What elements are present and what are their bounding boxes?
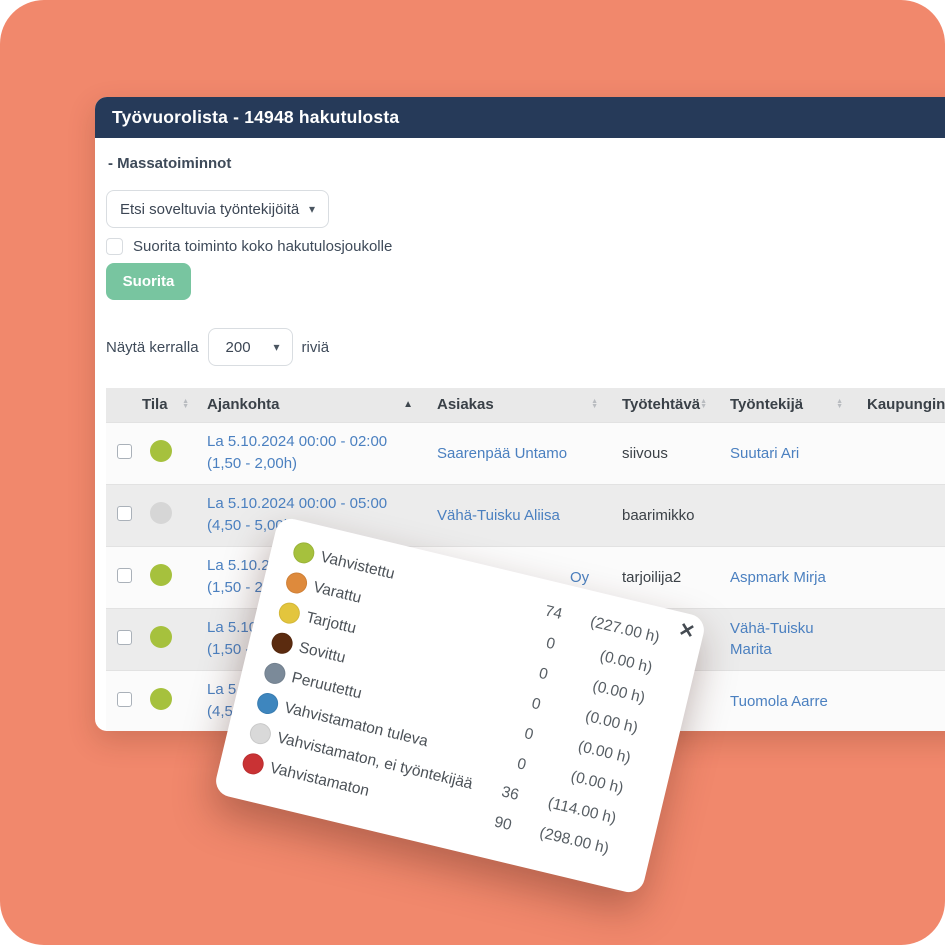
status-dot: [284, 570, 309, 595]
status-dot: [248, 721, 273, 746]
page-size-prefix: Näytä kerralla: [106, 339, 199, 356]
row-checkbox[interactable]: [117, 444, 132, 459]
chevron-down-icon: ▾: [274, 341, 280, 353]
task-label: siivous: [622, 445, 668, 462]
page-size-select[interactable]: 200 ▾: [208, 328, 293, 366]
apply-all-checkbox[interactable]: [106, 238, 123, 255]
page-size-row: Näytä kerralla 200 ▾ riviä: [106, 328, 945, 366]
employee-link[interactable]: Tuomola Aarre: [730, 693, 828, 710]
sort-icon: ▲▼: [182, 400, 189, 409]
customer-link[interactable]: Vähä-Tuisku Aliisa: [437, 507, 560, 524]
table-row: La 5.10.2024 00:00 - 05:00(4,50 - 5,00h)…: [106, 484, 945, 546]
sort-icon: ▲▼: [700, 400, 707, 409]
sort-icon: ▲▼: [591, 400, 598, 409]
status-dot: [262, 661, 287, 686]
header-select-column: [106, 388, 136, 422]
page-title: Työvuorolista - 14948 hakutulosta: [112, 107, 399, 128]
column-header-asiakas[interactable]: Asiakas ▲▼: [425, 388, 610, 422]
column-header-ajankohta[interactable]: Ajankohta ▲: [201, 388, 425, 422]
shift-time-link[interactable]: La 5.10.2024 00:00 - 02:00(1,50 - 2,00h): [207, 433, 387, 472]
app-background: Työvuorolista - 14948 hakutulosta - Mass…: [0, 0, 945, 945]
sort-asc-icon: ▲: [403, 400, 413, 410]
status-dot: [291, 540, 316, 565]
status-dot: [277, 600, 302, 625]
status-dot: [150, 440, 172, 462]
column-header-tyotehtava[interactable]: Työtehtävä ▲▼: [610, 388, 718, 422]
task-label: baarimikko: [622, 507, 695, 524]
page-size-suffix: riviä: [302, 339, 330, 356]
column-header-tila[interactable]: Tila ▲▼: [136, 388, 201, 422]
status-dot: [150, 626, 172, 648]
employee-link[interactable]: Aspmark Mirja: [730, 569, 826, 586]
status-dot: [150, 502, 172, 524]
suorita-button[interactable]: Suorita: [106, 263, 191, 300]
table-header-row: Tila ▲▼ Ajankohta ▲ Asiakas ▲▼ T: [106, 388, 945, 422]
panel-header: Työvuorolista - 14948 hakutulosta: [95, 97, 945, 138]
apply-all-label: Suorita toiminto koko hakutulosjoukolle: [133, 238, 392, 255]
table-row: La 5.10.2024 00:00 - 02:00(1,50 - 2,00h)…: [106, 422, 945, 484]
status-dot: [150, 564, 172, 586]
column-header-kaupunginosa[interactable]: Kaupungino: [855, 388, 945, 422]
row-checkbox[interactable]: [117, 692, 132, 707]
close-icon[interactable]: ✕: [677, 620, 697, 642]
mass-actions-toggle[interactable]: - Massatoiminnot: [108, 155, 945, 173]
employee-link[interactable]: Vähä-Tuisku Marita: [730, 620, 814, 658]
column-header-tyontekija[interactable]: Työntekijä ▲▼: [718, 388, 855, 422]
page-size-value: 200: [226, 339, 251, 356]
row-checkbox[interactable]: [117, 568, 132, 583]
customer-link[interactable]: Oy: [570, 569, 589, 586]
apply-all-row: Suorita toiminto koko hakutulosjoukolle: [106, 237, 945, 256]
task-label: tarjoilija2: [622, 569, 681, 586]
status-dot: [241, 751, 266, 776]
customer-link[interactable]: Saarenpää Untamo: [437, 445, 567, 462]
sort-icon: ▲▼: [836, 400, 843, 409]
chevron-down-icon: ▾: [309, 203, 315, 215]
status-dot: [269, 631, 294, 656]
row-checkbox[interactable]: [117, 630, 132, 645]
action-select-value: Etsi soveltuvia työntekijöitä: [120, 201, 299, 218]
status-dot: [150, 688, 172, 710]
employee-link[interactable]: Suutari Ari: [730, 445, 799, 462]
status-dot: [255, 691, 280, 716]
row-checkbox[interactable]: [117, 506, 132, 521]
action-select[interactable]: Etsi soveltuvia työntekijöitä ▾: [106, 190, 329, 228]
